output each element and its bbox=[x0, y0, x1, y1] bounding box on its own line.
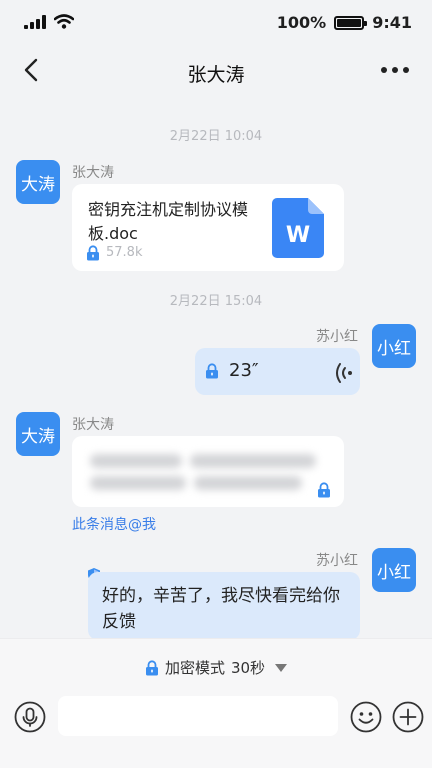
sender-name: 苏小红 bbox=[316, 329, 358, 345]
word-document-icon: W bbox=[272, 198, 324, 258]
mention-link[interactable]: 此条消息@我 bbox=[72, 514, 156, 534]
avatar[interactable]: 大涛 bbox=[16, 412, 60, 456]
message-input[interactable] bbox=[58, 696, 338, 736]
avatar[interactable]: 小红 bbox=[372, 548, 416, 592]
blurred-message[interactable] bbox=[72, 436, 344, 507]
text-message[interactable]: 好的，辛苦了，我尽快看完给你反馈 bbox=[88, 572, 360, 640]
sender-name: 苏小红 bbox=[316, 553, 358, 569]
avatar[interactable]: 大涛 bbox=[16, 160, 60, 204]
input-row bbox=[0, 695, 432, 739]
encryption-mode-selector[interactable]: 加密模式 30秒 bbox=[0, 657, 432, 678]
blurred-text bbox=[190, 454, 316, 468]
clock: 9:41 bbox=[372, 13, 412, 32]
composer-bar: 加密模式 30秒 bbox=[0, 638, 432, 768]
page-title: 张大涛 bbox=[187, 64, 245, 86]
blurred-text bbox=[194, 476, 302, 490]
avatar[interactable]: 小红 bbox=[372, 324, 416, 368]
file-message[interactable]: 密钥充注机定制协议模板.doc 57.8k W bbox=[72, 184, 344, 271]
blurred-text bbox=[90, 454, 182, 468]
voice-duration: 23″ bbox=[229, 360, 259, 381]
battery-percent: 100% bbox=[276, 13, 327, 32]
file-size: 57.8k bbox=[106, 245, 143, 260]
voice-message[interactable]: 23″ bbox=[195, 348, 360, 395]
word-icon-letter: W bbox=[286, 223, 310, 248]
signal-icon bbox=[24, 15, 46, 29]
message-text: 好的，辛苦了，我尽快看完给你反馈 bbox=[102, 586, 340, 632]
file-name: 密钥充注机定制协议模板.doc bbox=[88, 200, 249, 243]
add-icon[interactable] bbox=[392, 701, 424, 733]
timestamp: 2月22日 10:04 bbox=[169, 129, 263, 144]
voice-wave-icon bbox=[336, 363, 352, 383]
sender-name: 张大涛 bbox=[72, 165, 114, 181]
mode-value: 30秒 bbox=[230, 659, 266, 677]
lock-icon bbox=[87, 245, 99, 261]
wifi-icon bbox=[54, 14, 74, 29]
chevron-down-icon bbox=[275, 663, 288, 672]
sender-name: 张大涛 bbox=[72, 417, 114, 433]
blurred-text bbox=[90, 476, 186, 490]
emoji-icon[interactable] bbox=[350, 701, 382, 733]
status-bar: 100% 9:41 bbox=[0, 0, 432, 44]
battery-icon bbox=[334, 15, 368, 30]
timestamp: 2月22日 15:04 bbox=[169, 294, 263, 309]
lock-icon bbox=[318, 482, 330, 498]
nav-bar: 张大涛 bbox=[0, 48, 432, 96]
lock-icon bbox=[206, 363, 218, 379]
mode-label: 加密模式 bbox=[164, 659, 225, 677]
more-icon[interactable] bbox=[380, 58, 410, 82]
microphone-icon[interactable] bbox=[14, 701, 46, 733]
lock-icon bbox=[145, 659, 158, 675]
